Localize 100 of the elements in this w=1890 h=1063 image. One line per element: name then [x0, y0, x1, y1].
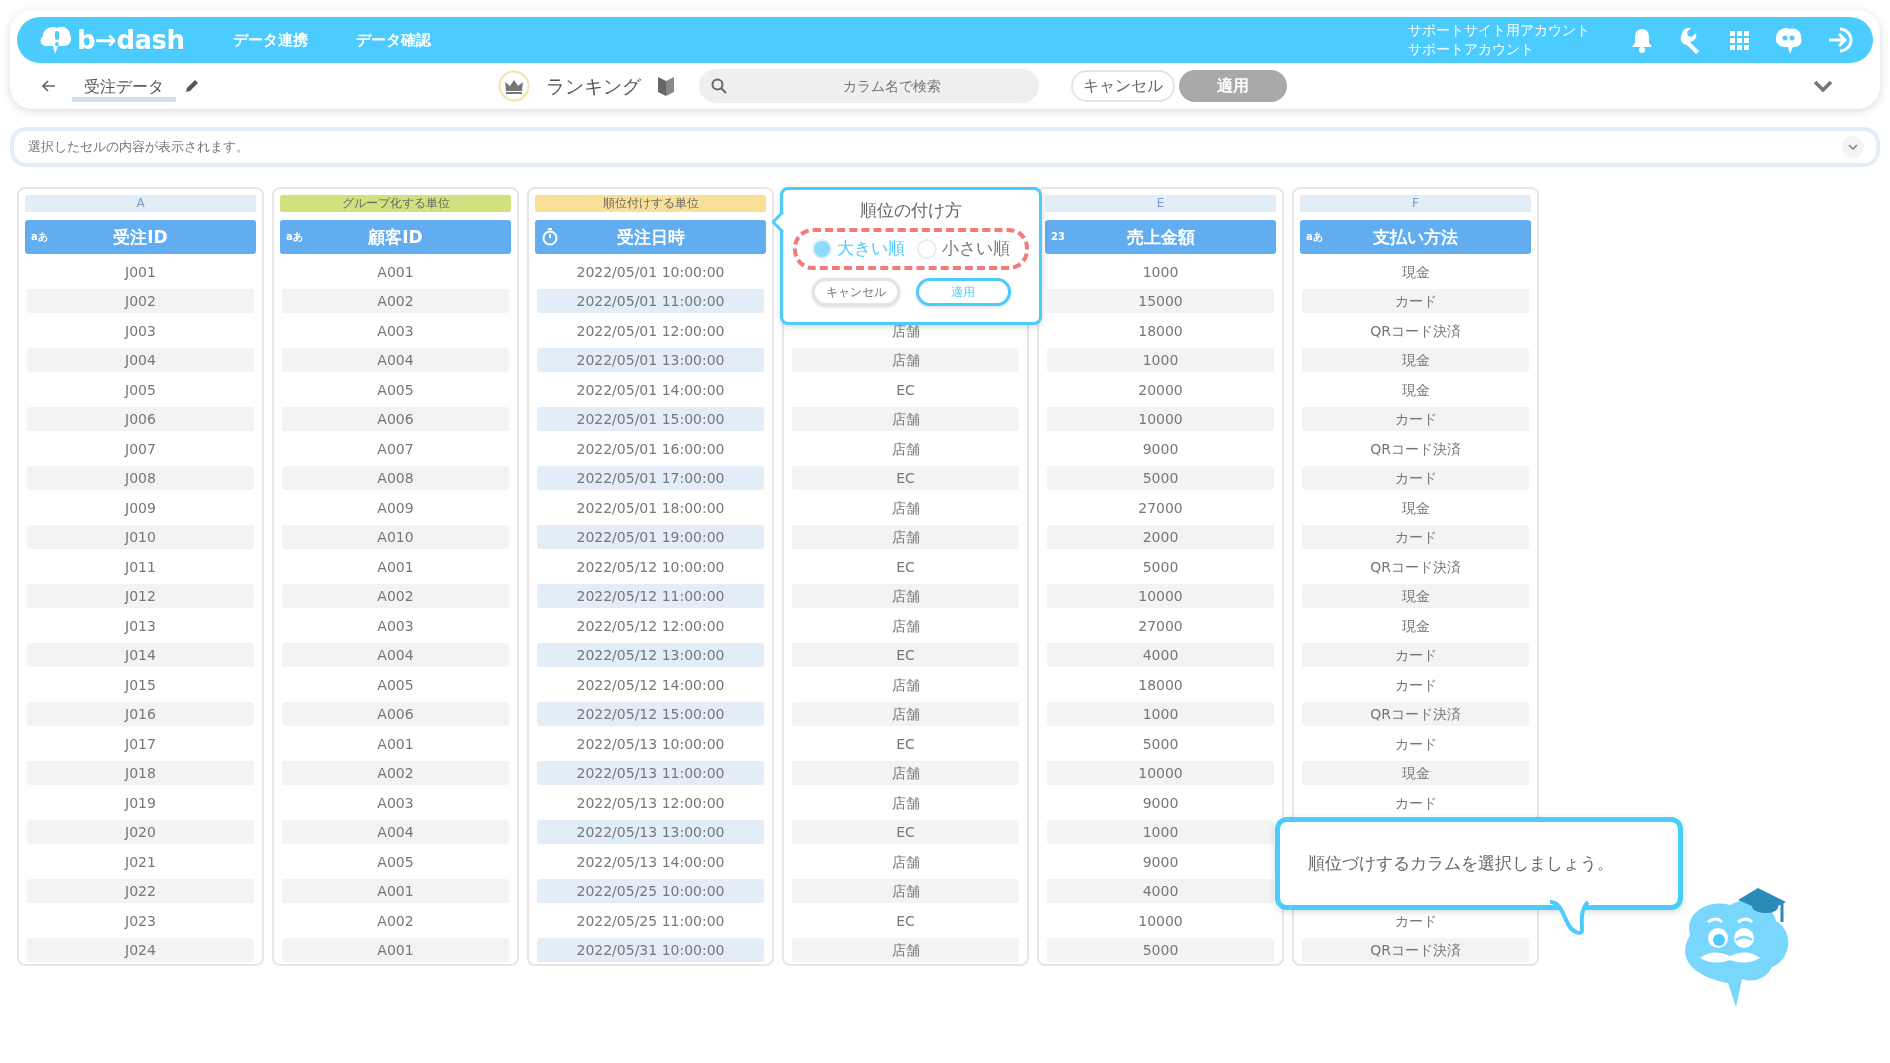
- table-cell[interactable]: 店舗: [792, 761, 1019, 785]
- table-cell[interactable]: J012: [27, 584, 254, 608]
- table-cell[interactable]: 店舗: [792, 702, 1019, 726]
- table-cell[interactable]: カード: [1302, 525, 1529, 549]
- table-cell[interactable]: J021: [27, 849, 254, 874]
- table-cell[interactable]: 現金: [1302, 259, 1529, 284]
- table-cell[interactable]: J006: [27, 407, 254, 431]
- table-cell[interactable]: J007: [27, 436, 254, 461]
- table-cell[interactable]: J004: [27, 348, 254, 372]
- table-cell[interactable]: 店舗: [792, 938, 1019, 962]
- table-cell[interactable]: カード: [1302, 790, 1529, 815]
- table-cell[interactable]: QRコード決済: [1302, 938, 1529, 962]
- table-cell[interactable]: 2022/05/01 13:00:00: [537, 348, 764, 372]
- table-cell[interactable]: 店舗: [792, 879, 1019, 903]
- table-cell[interactable]: A004: [282, 820, 509, 844]
- table-cell[interactable]: 1000: [1047, 348, 1274, 372]
- table-cell[interactable]: A008: [282, 466, 509, 490]
- table-cell[interactable]: 10000: [1047, 407, 1274, 431]
- table-cell[interactable]: 2022/05/01 12:00:00: [537, 318, 764, 343]
- table-cell[interactable]: 現金: [1302, 613, 1529, 638]
- table-cell[interactable]: J014: [27, 643, 254, 667]
- table-cell[interactable]: 店舗: [792, 525, 1019, 549]
- table-cell[interactable]: 9000: [1047, 849, 1274, 874]
- search-field[interactable]: カラム名で検索: [699, 69, 1039, 103]
- table-cell[interactable]: 店舗: [792, 436, 1019, 461]
- table-cell[interactable]: 2022/05/12 14:00:00: [537, 672, 764, 697]
- table-cell[interactable]: J008: [27, 466, 254, 490]
- cancel-button[interactable]: キャンセル: [1071, 70, 1175, 102]
- table-cell[interactable]: 4000: [1047, 879, 1274, 903]
- table-cell[interactable]: A001: [282, 259, 509, 284]
- table-cell[interactable]: 2022/05/12 12:00:00: [537, 613, 764, 638]
- table-cell[interactable]: QRコード決済: [1302, 702, 1529, 726]
- table-cell[interactable]: 2022/05/01 19:00:00: [537, 525, 764, 549]
- expand-button[interactable]: [1842, 136, 1864, 158]
- column-header[interactable]: aあ 支払い方法: [1300, 220, 1531, 254]
- table-cell[interactable]: 2022/05/12 13:00:00: [537, 643, 764, 667]
- table-cell[interactable]: 2022/05/13 13:00:00: [537, 820, 764, 844]
- table-cell[interactable]: 10000: [1047, 908, 1274, 933]
- table-cell[interactable]: A006: [282, 702, 509, 726]
- table-cell[interactable]: 2022/05/13 14:00:00: [537, 849, 764, 874]
- table-cell[interactable]: 1000: [1047, 820, 1274, 844]
- cancel-button[interactable]: キャンセル: [811, 277, 900, 306]
- table-cell[interactable]: J003: [27, 318, 254, 343]
- table-cell[interactable]: 現金: [1302, 761, 1529, 785]
- table-cell[interactable]: J001: [27, 259, 254, 284]
- table-cell[interactable]: A001: [282, 938, 509, 962]
- table-cell[interactable]: 2022/05/12 10:00:00: [537, 554, 764, 579]
- table-cell[interactable]: 2022/05/13 10:00:00: [537, 731, 764, 756]
- table-cell[interactable]: J010: [27, 525, 254, 549]
- column-header[interactable]: aあ 顧客ID: [280, 220, 511, 254]
- table-cell[interactable]: J024: [27, 938, 254, 962]
- table-cell[interactable]: 15000: [1047, 289, 1274, 313]
- table-cell[interactable]: EC: [792, 466, 1019, 490]
- table-cell[interactable]: 2022/05/01 15:00:00: [537, 407, 764, 431]
- table-cell[interactable]: A005: [282, 849, 509, 874]
- table-cell[interactable]: A003: [282, 790, 509, 815]
- table-cell[interactable]: 店舗: [792, 348, 1019, 372]
- table-cell[interactable]: A001: [282, 879, 509, 903]
- table-cell[interactable]: J016: [27, 702, 254, 726]
- column-header[interactable]: 受注日時: [535, 220, 766, 254]
- mascot-icon[interactable]: [1773, 25, 1803, 55]
- table-cell[interactable]: 2022/05/01 14:00:00: [537, 377, 764, 402]
- table-cell[interactable]: A004: [282, 348, 509, 372]
- table-cell[interactable]: 5000: [1047, 466, 1274, 490]
- table-cell[interactable]: A004: [282, 643, 509, 667]
- table-cell[interactable]: 18000: [1047, 672, 1274, 697]
- table-cell[interactable]: 2022/05/31 10:00:00: [537, 938, 764, 962]
- table-cell[interactable]: 店舗: [792, 672, 1019, 697]
- table-cell[interactable]: EC: [792, 643, 1019, 667]
- table-cell[interactable]: 27000: [1047, 613, 1274, 638]
- sort-order-option[interactable]: 小さい順: [917, 235, 1010, 262]
- table-cell[interactable]: J020: [27, 820, 254, 844]
- table-cell[interactable]: A007: [282, 436, 509, 461]
- table-cell[interactable]: 2022/05/13 12:00:00: [537, 790, 764, 815]
- table-cell[interactable]: 2022/05/12 11:00:00: [537, 584, 764, 608]
- table-cell[interactable]: J022: [27, 879, 254, 903]
- table-cell[interactable]: 1000: [1047, 702, 1274, 726]
- table-cell[interactable]: カード: [1302, 289, 1529, 313]
- table-cell[interactable]: 2022/05/13 11:00:00: [537, 761, 764, 785]
- back-arrow-icon[interactable]: [42, 80, 56, 92]
- table-cell[interactable]: 20000: [1047, 377, 1274, 402]
- table-cell[interactable]: 2022/05/12 15:00:00: [537, 702, 764, 726]
- table-cell[interactable]: 現金: [1302, 584, 1529, 608]
- table-cell[interactable]: EC: [792, 554, 1019, 579]
- table-cell[interactable]: 店舗: [792, 584, 1019, 608]
- table-cell[interactable]: カード: [1302, 672, 1529, 697]
- table-cell[interactable]: 4000: [1047, 643, 1274, 667]
- table-cell[interactable]: 店舗: [792, 613, 1019, 638]
- table-cell[interactable]: J002: [27, 289, 254, 313]
- table-cell[interactable]: J023: [27, 908, 254, 933]
- table-cell[interactable]: 9000: [1047, 436, 1274, 461]
- table-cell[interactable]: J009: [27, 495, 254, 520]
- table-cell[interactable]: A001: [282, 731, 509, 756]
- table-cell[interactable]: J019: [27, 790, 254, 815]
- table-cell[interactable]: 現金: [1302, 377, 1529, 402]
- table-cell[interactable]: J005: [27, 377, 254, 402]
- table-cell[interactable]: 9000: [1047, 790, 1274, 815]
- table-cell[interactable]: 店舗: [792, 495, 1019, 520]
- table-cell[interactable]: 2022/05/01 16:00:00: [537, 436, 764, 461]
- table-cell[interactable]: A005: [282, 672, 509, 697]
